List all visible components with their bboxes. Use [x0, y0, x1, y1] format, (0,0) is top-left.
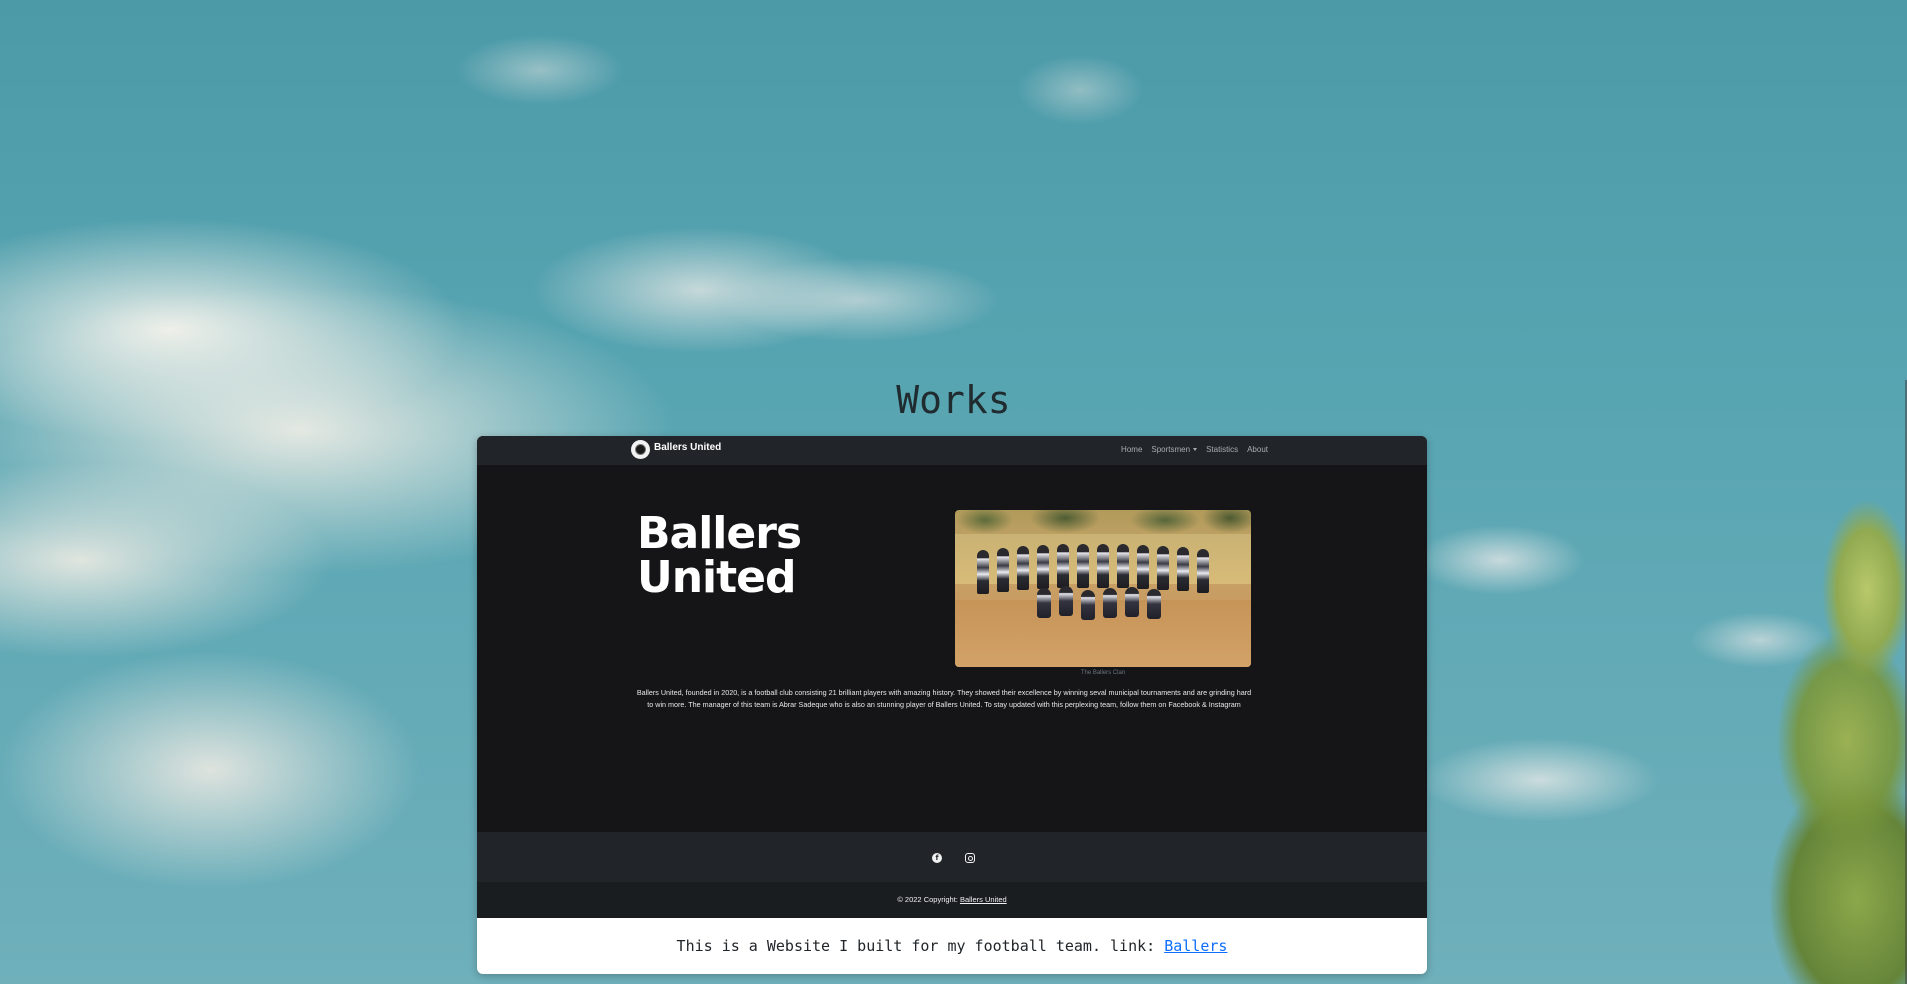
ballers-link[interactable]: Ballers: [1164, 937, 1227, 955]
preview-nav-sportsmen: Sportsmen: [1151, 445, 1198, 454]
preview-social-bar: f: [477, 832, 1427, 882]
caret-down-icon: [1193, 448, 1198, 452]
website-preview-screenshot: Ballers United Home Sportsmen Statistics…: [477, 436, 1427, 918]
tree-foliage: [1717, 470, 1907, 984]
facebook-icon: f: [932, 853, 942, 863]
work-card: Ballers United Home Sportsmen Statistics…: [477, 436, 1427, 974]
preview-heading: Ballers United: [637, 508, 802, 603]
instagram-icon: [965, 853, 975, 863]
preview-brand: Ballers United: [631, 440, 721, 459]
work-description-text: This is a Website I built for my footbal…: [676, 937, 1156, 955]
team-photo: [955, 510, 1251, 667]
preview-footer: © 2022 Copyright: Ballers United: [477, 882, 1427, 918]
photo-caption: The Ballers Clan: [1080, 670, 1126, 676]
preview-navbar: Ballers United Home Sportsmen Statistics…: [477, 436, 1427, 465]
preview-nav-statistics: Statistics: [1206, 445, 1239, 454]
preview-about-text: Ballers United, founded in 2020, is a fo…: [636, 688, 1252, 709]
preview-nav-menu: Home Sportsmen Statistics About: [1121, 445, 1268, 454]
preview-footer-link: Ballers United: [959, 895, 1007, 904]
preview-copyright: © 2022 Copyright:: [897, 895, 958, 904]
work-description: This is a Website I built for my footbal…: [477, 918, 1427, 974]
section-title: Works: [896, 378, 1011, 422]
club-logo-icon: [631, 440, 650, 459]
preview-nav-about: About: [1247, 445, 1268, 454]
preview-nav-home: Home: [1121, 445, 1143, 454]
preview-brand-name: Ballers United: [654, 442, 722, 453]
